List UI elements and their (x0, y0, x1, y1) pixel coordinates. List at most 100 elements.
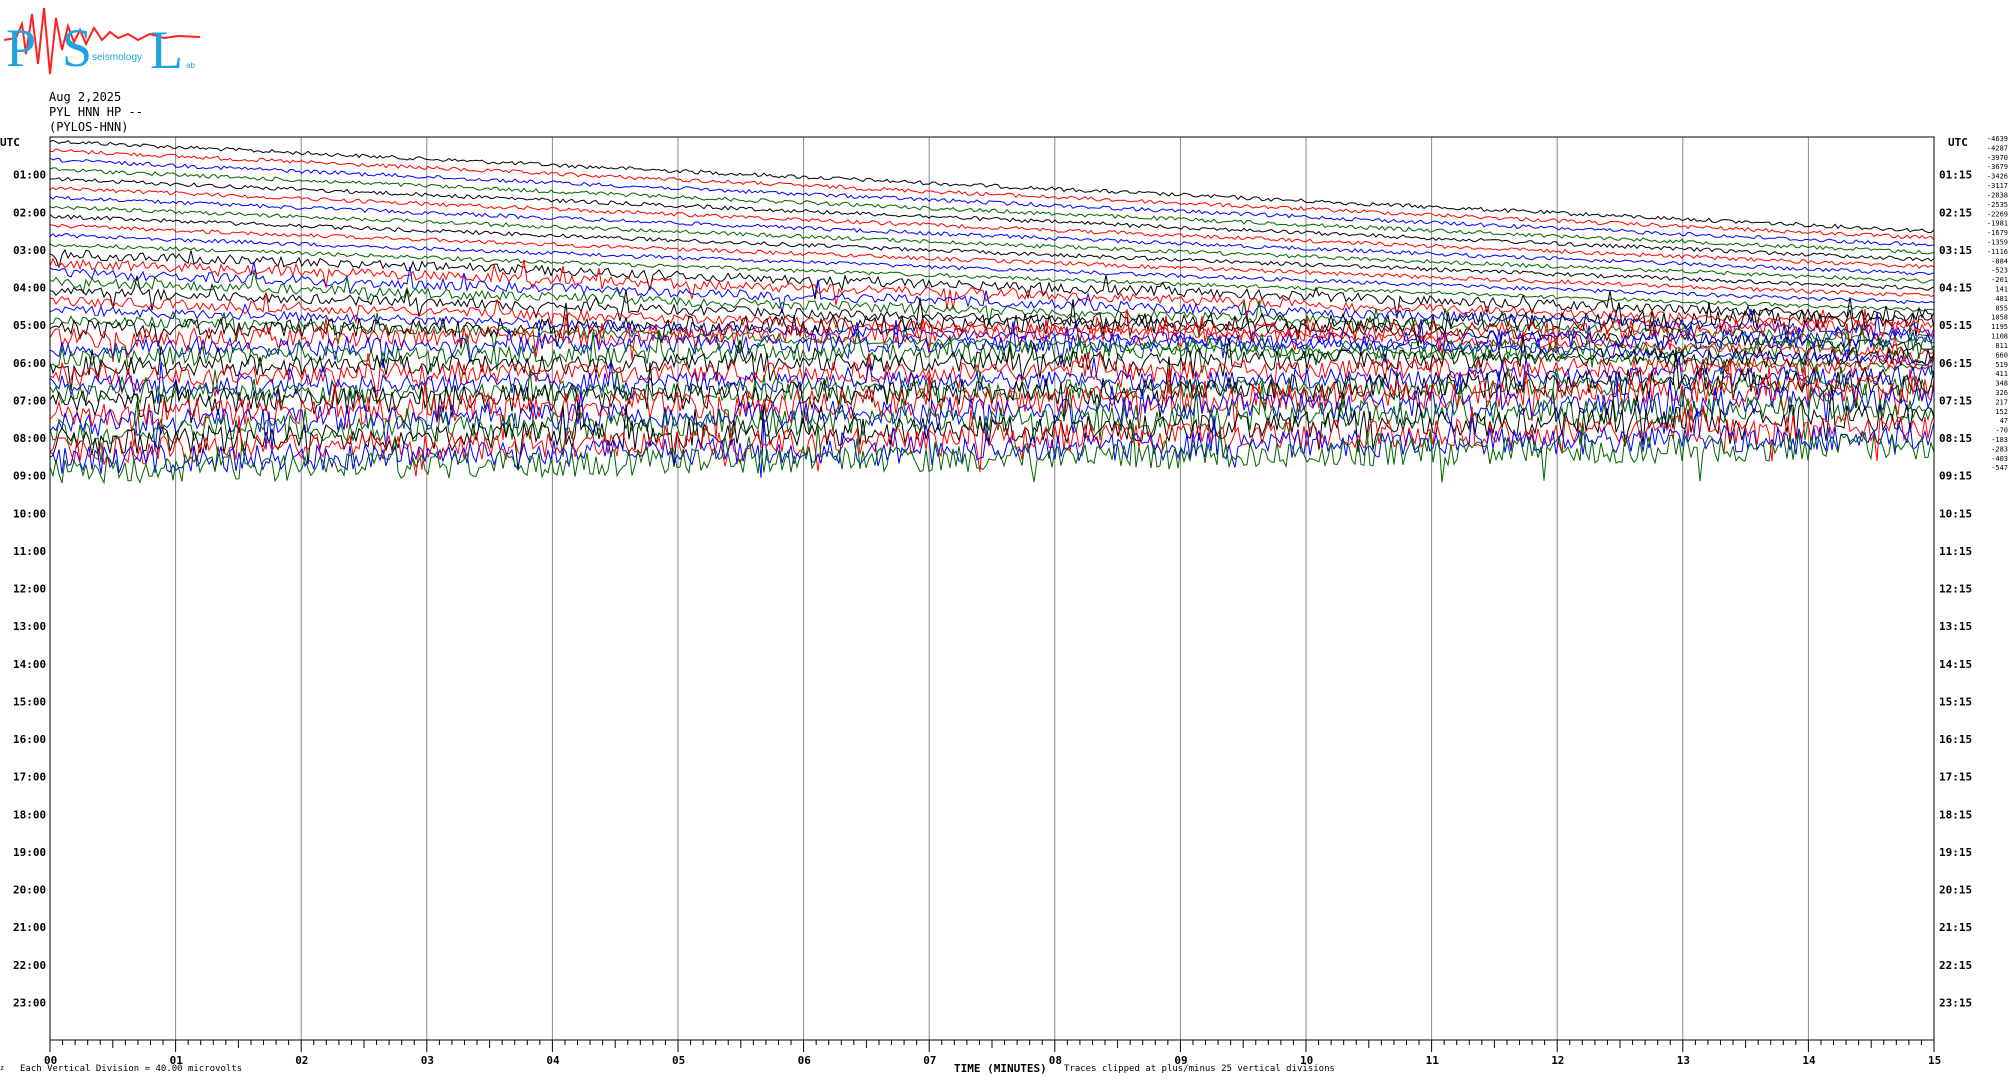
left-time-label: 23:00 (13, 996, 46, 1009)
x-tick-label: 04 (546, 1054, 560, 1067)
trace-offset-label: 217 (1995, 398, 2008, 406)
right-time-label: 05:15 (1939, 319, 1972, 332)
left-time-label: 11:00 (13, 545, 46, 558)
right-time-label: 14:15 (1939, 658, 1972, 671)
right-time-label: 04:15 (1939, 282, 1972, 295)
left-time-label: 14:00 (13, 658, 46, 671)
trace-offset-label: -523 (1991, 267, 2008, 275)
left-time-label: 13:00 (13, 620, 46, 633)
right-time-label: 09:15 (1939, 470, 1972, 483)
corner-mark: z (0, 1064, 5, 1072)
left-time-label: 07:00 (13, 394, 46, 407)
x-tick-label: 03 (421, 1054, 434, 1067)
trace-offset-label: -70 (1995, 427, 2008, 435)
right-time-label: 02:15 (1939, 206, 1972, 219)
trace-offset-label: 660 (1995, 351, 2008, 359)
trace-offset-label: 519 (1995, 361, 2008, 369)
right-time-label: 17:15 (1939, 771, 1972, 784)
left-time-label: 02:00 (13, 206, 46, 219)
footer-clip-note: Traces clipped at plus/minus 25 vertical… (1064, 1064, 1335, 1074)
x-axis-title: TIME (MINUTES) (954, 1062, 1047, 1075)
left-time-label: 20:00 (13, 884, 46, 897)
left-time-label: 04:00 (13, 282, 46, 295)
trace-offset-label: -403 (1991, 455, 2008, 463)
left-time-label: 17:00 (13, 771, 46, 784)
trace-offset-label: 481 (1995, 295, 2008, 303)
right-time-label: 21:15 (1939, 921, 1972, 934)
trace-offset-label: 152 (1995, 408, 2008, 416)
trace-offset-label: 411 (1995, 370, 2008, 378)
right-time-label: 23:15 (1939, 996, 1972, 1009)
left-time-label: 15:00 (13, 695, 46, 708)
trace-offset-label: 811 (1995, 342, 2008, 350)
right-time-label: 08:15 (1939, 432, 1972, 445)
plot-grid (175, 137, 1809, 1040)
x-tick-label: 11 (1426, 1054, 1440, 1067)
left-time-label: 08:00 (13, 432, 46, 445)
right-time-label: 01:15 (1939, 169, 1972, 182)
trace-offset-label: -183 (1991, 436, 2008, 444)
trace-offset-label: -2269 (1987, 210, 2008, 218)
trace-offset-label: 348 (1995, 380, 2008, 388)
right-time-label: 12:15 (1939, 583, 1972, 596)
left-time-label: 05:00 (13, 319, 46, 332)
trace-offset-label: -4639 (1987, 135, 2008, 143)
trace-offset-label: -2535 (1987, 201, 2008, 209)
left-time-label: 06:00 (13, 357, 46, 370)
right-time-label: 10:15 (1939, 507, 1972, 520)
helicorder-plot: 00 01 02 03 04 05 06 07 08 09 10 11 12 13 14 1501:0002:… (0, 135, 2008, 1075)
trace-offset-label: -283 (1991, 445, 2008, 453)
x-tick-label: 15 (1928, 1054, 1941, 1067)
left-time-label: 16:00 (13, 733, 46, 746)
trace-offset-label: -1981 (1987, 220, 2008, 228)
trace-offset-label: -1679 (1987, 229, 2008, 237)
trace-offset-label: -2838 (1987, 191, 2008, 199)
trace-offset-label: -4287 (1987, 144, 2008, 152)
left-time-label: 09:00 (13, 470, 46, 483)
trace-offset-label: 141 (1995, 286, 2008, 294)
left-time-label: 21:00 (13, 921, 46, 934)
right-time-label: 15:15 (1939, 695, 1972, 708)
seismic-trace (49, 157, 1935, 247)
left-time-label: 01:00 (13, 169, 46, 182)
right-time-label: 18:15 (1939, 808, 1972, 821)
trace-offset-label: 1108 (1991, 333, 2008, 341)
right-time-label: 07:15 (1939, 394, 1972, 407)
left-time-label: 03:00 (13, 244, 46, 257)
trace-offset-label: -3117 (1987, 182, 2008, 190)
right-axis-title: UTC (1948, 136, 1968, 149)
right-time-label: 19:15 (1939, 846, 1972, 859)
left-time-label: 22:00 (13, 959, 46, 972)
plot-frame (49, 136, 1935, 1041)
x-tick-label: 12 (1551, 1054, 1564, 1067)
trace-offset-label: -201 (1991, 276, 2008, 284)
x-tick-label: 13 (1677, 1054, 1690, 1067)
right-time-label: 22:15 (1939, 959, 1972, 972)
left-axis-title: UTC (0, 136, 20, 149)
trace-offset-label: -3970 (1987, 154, 2008, 162)
left-time-label: 18:00 (13, 808, 46, 821)
trace-offset-label: 855 (1995, 304, 2008, 312)
right-time-label: 13:15 (1939, 620, 1972, 633)
seismic-traces (49, 139, 1935, 485)
x-tick-label: 14 (1802, 1054, 1816, 1067)
trace-offset-label: -3679 (1987, 163, 2008, 171)
left-time-label: 12:00 (13, 583, 46, 596)
trace-offset-label: -1359 (1987, 238, 2008, 246)
trace-offset-label: 1058 (1991, 314, 2008, 322)
trace-offset-label: 326 (1995, 389, 2008, 397)
seismic-trace (49, 195, 1935, 276)
left-time-label: 19:00 (13, 846, 46, 859)
right-time-label: 06:15 (1939, 357, 1972, 370)
x-tick-label: 05 (672, 1054, 685, 1067)
right-time-label: 11:15 (1939, 545, 1972, 558)
left-time-label: 10:00 (13, 507, 46, 520)
right-time-label: 16:15 (1939, 733, 1972, 746)
x-tick-label: 06 (798, 1054, 812, 1067)
right-time-label: 20:15 (1939, 884, 1972, 897)
trace-offset-label: -547 (1991, 464, 2008, 472)
trace-offset-label: -3426 (1987, 173, 2008, 181)
footer-scale-note: Each Vertical Division = 40.00 microvolt… (20, 1064, 243, 1074)
x-tick-label: 02 (295, 1054, 308, 1067)
x-tick-label: 08 (1049, 1054, 1062, 1067)
